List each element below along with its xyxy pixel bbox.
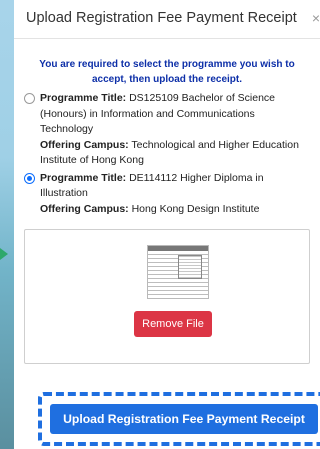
- programme-radio-2[interactable]: [24, 172, 35, 184]
- upload-receipt-modal: Upload Registration Fee Payment Receipt …: [14, 0, 320, 449]
- file-preview-box: Remove File: [24, 229, 310, 364]
- upload-receipt-button[interactable]: Upload Registration Fee Payment Receipt: [50, 404, 318, 434]
- remove-file-button[interactable]: Remove File: [134, 311, 212, 337]
- background-arrow-icon: [0, 248, 8, 260]
- offering-campus-line: Offering Campus: Technological and Highe…: [40, 138, 310, 169]
- modal-header: Upload Registration Fee Payment Receipt …: [14, 0, 320, 39]
- receipt-thumbnail-table: [178, 255, 202, 279]
- receipt-thumbnail-header: [148, 246, 208, 251]
- programme-radio-1[interactable]: [24, 93, 35, 104]
- programme-option-2[interactable]: Programme Title: DE114112 Higher Diploma…: [24, 171, 310, 218]
- offering-campus-label: Offering Campus:: [40, 138, 129, 151]
- modal-title: Upload Registration Fee Payment Receipt: [26, 10, 297, 26]
- offering-campus-value: Hong Kong Design Institute: [131, 202, 260, 215]
- programme-option-1[interactable]: Programme Title: DS125109 Bachelor of Sc…: [24, 91, 310, 169]
- close-icon[interactable]: ×: [312, 10, 320, 26]
- upload-button-highlight: Upload Registration Fee Payment Receipt: [38, 392, 320, 446]
- receipt-thumbnail: [147, 245, 209, 299]
- programme-title-line: Programme Title: DE114112 Higher Diploma…: [40, 171, 310, 202]
- offering-campus-line: Offering Campus: Hong Kong Design Instit…: [40, 202, 310, 218]
- instruction-text: You are required to select the programme…: [39, 59, 295, 85]
- background-left: [0, 0, 14, 449]
- modal-body: You are required to select the programme…: [14, 39, 320, 364]
- programme-title-label: Programme Title:: [40, 171, 127, 184]
- programme-title-line: Programme Title: DS125109 Bachelor of Sc…: [40, 91, 310, 138]
- programme-title-label: Programme Title:: [40, 92, 127, 104]
- offering-campus-label: Offering Campus:: [40, 202, 129, 215]
